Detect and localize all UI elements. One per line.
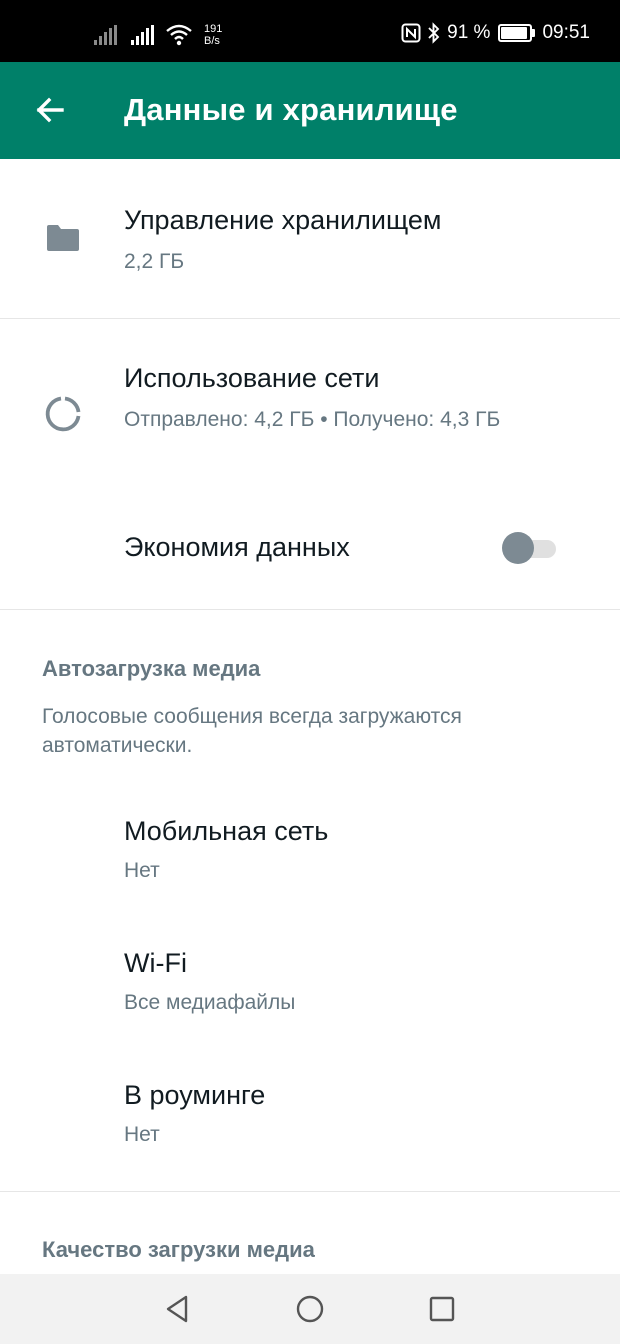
autodownload-item-label: Wi-Fi: [124, 948, 187, 978]
network-speed-unit: B/s: [204, 35, 220, 47]
autodownload-heading: Автозагрузка медиа: [42, 656, 261, 681]
autodownload-item-value: Нет: [124, 859, 160, 882]
square-recents-icon[interactable]: [427, 1294, 457, 1324]
data-saver-label: Экономия данных: [124, 532, 350, 562]
autodownload-mobile-row[interactable]: Мобильная сеть Нет: [0, 790, 620, 915]
status-bar-left: 191 B/s: [94, 20, 222, 50]
autodownload-roaming-row[interactable]: В роуминге Нет: [0, 1054, 620, 1179]
status-bar-right: 91 % 09:51: [401, 18, 590, 48]
wifi-icon: [166, 24, 192, 46]
app-bar: Данные и хранилище: [0, 62, 620, 159]
clock: 09:51: [542, 22, 590, 43]
triangle-back-icon[interactable]: [163, 1294, 193, 1324]
data-saver-toggle[interactable]: [502, 532, 558, 564]
autodownload-wifi-row[interactable]: Wi-Fi Все медиафайлы: [0, 922, 620, 1047]
bluetooth-icon: [428, 22, 440, 44]
back-button[interactable]: [32, 92, 68, 128]
system-nav-bar: [0, 1274, 620, 1344]
autodownload-item-value: Нет: [124, 1123, 160, 1146]
page-title: Данные и хранилище: [124, 92, 458, 127]
divider: [0, 609, 620, 610]
data-usage-icon: [45, 396, 81, 432]
cellular-signal-1-icon: [94, 25, 117, 45]
toggle-knob: [502, 532, 534, 564]
arrow-left-icon: [36, 97, 64, 123]
battery-icon: [498, 24, 536, 42]
autodownload-item-label: Мобильная сеть: [124, 816, 329, 846]
circle-home-icon[interactable]: [295, 1294, 325, 1324]
network-usage-subtitle: Отправлено: 4,2 ГБ • Получено: 4,3 ГБ: [124, 408, 501, 431]
divider: [0, 1191, 620, 1192]
network-usage-title: Использование сети: [124, 363, 380, 393]
autodownload-item-label: В роуминге: [124, 1080, 266, 1110]
network-speed: 191 B/s: [204, 23, 222, 47]
network-usage-row[interactable]: Использование сети Отправлено: 4,2 ГБ • …: [0, 319, 620, 489]
storage-size: 2,2 ГБ: [124, 250, 185, 273]
cellular-signal-2-icon: [131, 25, 154, 45]
status-bar: 191 B/s 91 % 09:51: [0, 0, 620, 62]
autodownload-note: Голосовые сообщения всегда загружаются а…: [42, 705, 462, 757]
storage-title: Управление хранилищем: [124, 205, 442, 235]
nfc-icon: [401, 23, 421, 43]
quality-heading: Качество загрузки медиа: [42, 1237, 315, 1262]
battery-percent: 91 %: [447, 22, 491, 43]
battery-fill: [501, 27, 527, 39]
autodownload-item-value: Все медиафайлы: [124, 991, 296, 1014]
storage-row[interactable]: Управление хранилищем 2,2 ГБ: [0, 159, 620, 318]
network-speed-value: 191: [204, 23, 223, 35]
folder-icon: [47, 225, 79, 251]
